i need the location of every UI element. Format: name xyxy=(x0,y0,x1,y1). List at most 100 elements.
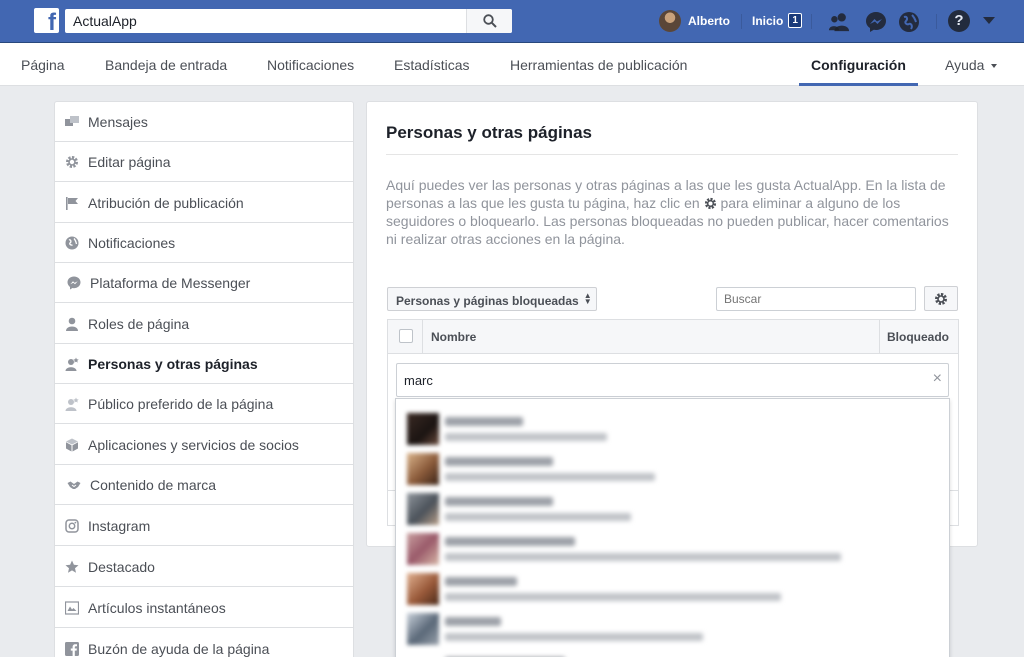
home-count-badge: 1 xyxy=(788,13,802,28)
star-icon xyxy=(65,560,79,573)
avatar xyxy=(407,613,439,645)
cube-icon xyxy=(66,438,78,451)
panel-description: Aquí puedes ver las personas y otras pág… xyxy=(386,176,958,248)
blurred-detail xyxy=(445,633,703,641)
blurred-name xyxy=(445,537,575,546)
divider xyxy=(386,154,958,155)
sidebar-item-label: Notificaciones xyxy=(88,234,176,251)
sidebar-item-instant-articles[interactable]: Artículos instantáneos xyxy=(55,588,353,628)
help-icon[interactable]: ? xyxy=(948,10,970,32)
sidebar-item-support-inbox[interactable]: Buzón de ayuda de la página xyxy=(55,629,353,657)
block-person-typeahead: × xyxy=(396,363,949,397)
blurred-detail xyxy=(445,513,631,521)
sidebar-item-messenger-platform[interactable]: Plataforma de Messenger xyxy=(55,263,353,303)
filter-select-label: Personas y páginas bloqueadas xyxy=(396,294,579,308)
sidebar-item-instagram[interactable]: Instagram xyxy=(55,506,353,546)
tab-help[interactable]: Ayuda xyxy=(945,57,998,73)
sidebar-item-label: Público preferido de la página xyxy=(88,395,274,412)
sidebar-item-label: Roles de página xyxy=(88,315,190,332)
sidebar-item-branded-content[interactable]: Contenido de marca xyxy=(55,465,353,505)
blurred-name xyxy=(445,497,553,506)
tab-pagina[interactable]: Página xyxy=(21,57,65,73)
user-profile-link[interactable]: Alberto xyxy=(659,10,730,32)
list-item[interactable] xyxy=(396,569,949,609)
gear-icon xyxy=(935,293,947,305)
sidebar-item-label: Atribución de publicación xyxy=(88,194,244,211)
avatar xyxy=(407,453,439,485)
search-icon xyxy=(483,14,497,28)
sidebar-item-post-attribution[interactable]: Atribución de publicación xyxy=(55,183,353,223)
list-item[interactable] xyxy=(396,409,949,449)
sidebar-item-label: Instagram xyxy=(88,517,151,534)
blurred-name xyxy=(445,577,517,586)
list-item[interactable] xyxy=(396,649,949,657)
list-item[interactable] xyxy=(396,489,949,529)
sidebar-item-people-and-pages[interactable]: Personas y otras páginas xyxy=(55,344,353,384)
search-button[interactable] xyxy=(466,9,512,33)
tab-notifications[interactable]: Notificaciones xyxy=(267,57,354,73)
sidebar-item-page-roles[interactable]: Roles de página xyxy=(55,304,353,344)
friends-icon[interactable] xyxy=(828,11,850,33)
tab-settings[interactable]: Configuración xyxy=(811,57,906,73)
avatar xyxy=(407,533,439,565)
person-icon xyxy=(66,317,78,331)
home-link[interactable]: Inicio 1 xyxy=(752,13,802,28)
tab-help-label: Ayuda xyxy=(945,57,985,73)
sidebar-item-label: Destacado xyxy=(88,558,155,575)
gear-icon xyxy=(704,197,716,210)
messenger-icon xyxy=(67,276,81,289)
avatar xyxy=(407,493,439,525)
blurred-detail xyxy=(445,473,655,481)
settings-gear-button[interactable] xyxy=(924,286,958,311)
list-item[interactable] xyxy=(396,609,949,649)
filter-select[interactable]: Personas y páginas bloqueadas ▲ ▼ xyxy=(387,287,597,311)
select-all-cell xyxy=(388,320,423,354)
sidebar-item-preferred-audience[interactable]: Público preferido de la página xyxy=(55,384,353,424)
sidebar-item-label: Personas y otras páginas xyxy=(88,355,258,372)
messenger-icon[interactable] xyxy=(865,11,887,33)
block-person-input[interactable] xyxy=(397,364,917,396)
people-search-input[interactable] xyxy=(717,288,915,310)
clear-icon[interactable]: × xyxy=(933,371,942,387)
gear-icon xyxy=(66,155,78,168)
divider xyxy=(936,14,937,29)
sidebar-item-label: Editar página xyxy=(88,153,171,170)
globe-icon[interactable] xyxy=(898,11,920,33)
sidebar-item-featured[interactable]: Destacado xyxy=(55,547,353,587)
blurred-name xyxy=(445,417,523,426)
active-tab-indicator xyxy=(799,83,918,86)
sidebar-item-label: Plataforma de Messenger xyxy=(90,274,251,291)
column-header-name[interactable]: Nombre xyxy=(423,320,880,354)
handshake-icon xyxy=(67,481,81,489)
article-icon xyxy=(65,600,79,615)
sidebar-item-messages[interactable]: Mensajes xyxy=(55,102,353,142)
home-label: Inicio xyxy=(752,13,784,28)
flag-icon xyxy=(66,196,78,210)
select-all-checkbox[interactable] xyxy=(399,329,413,343)
people-search xyxy=(716,287,916,311)
caret-down-icon xyxy=(991,64,998,69)
tab-publishing-tools[interactable]: Herramientas de publicación xyxy=(510,57,687,73)
tab-insights[interactable]: Estadísticas xyxy=(394,57,469,73)
messages-icon xyxy=(65,115,79,126)
global-search-input[interactable] xyxy=(65,9,465,33)
sidebar-item-edit-page[interactable]: Editar página xyxy=(55,142,353,182)
list-item[interactable] xyxy=(396,529,949,569)
facebook-icon xyxy=(65,641,79,656)
typeahead-suggestions xyxy=(395,398,950,657)
avatar xyxy=(659,10,681,32)
account-caret-icon[interactable] xyxy=(983,17,995,24)
sidebar-item-label: Aplicaciones y servicios de socios xyxy=(88,436,299,453)
tab-inbox[interactable]: Bandeja de entrada xyxy=(105,57,227,73)
person-star-icon xyxy=(65,397,79,411)
sort-arrows-icon: ▲ ▼ xyxy=(583,291,592,306)
divider xyxy=(811,14,812,29)
list-item[interactable] xyxy=(396,449,949,489)
blurred-detail xyxy=(445,553,841,561)
sidebar-item-label: Artículos instantáneos xyxy=(88,599,226,616)
sidebar-item-partner-apps[interactable]: Aplicaciones y servicios de socios xyxy=(55,425,353,465)
facebook-logo-icon[interactable]: f xyxy=(34,8,59,33)
sidebar-item-notifications[interactable]: Notificaciones xyxy=(55,223,353,263)
column-header-blocked[interactable]: Bloqueado xyxy=(880,320,958,354)
blurred-name xyxy=(445,617,501,626)
